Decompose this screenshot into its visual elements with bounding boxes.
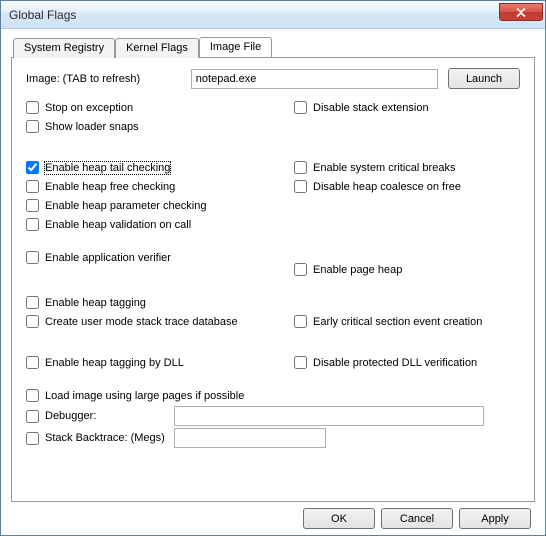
chk-disable-protected-dll[interactable]: Disable protected DLL verification — [294, 354, 520, 371]
chk-heap-param-box[interactable] — [26, 199, 39, 212]
chk-disable-protected-dll-box[interactable] — [294, 356, 307, 369]
chk-stop-on-exception[interactable]: Stop on exception — [26, 99, 294, 116]
ok-button[interactable]: OK — [303, 508, 375, 529]
chk-heap-tagging-box[interactable] — [26, 296, 39, 309]
chk-heap-tail[interactable]: Enable heap tail checking — [26, 159, 294, 176]
chk-stack-backtrace[interactable]: Stack Backtrace: (Megs) — [26, 430, 174, 447]
chk-heap-free[interactable]: Enable heap free checking — [26, 178, 294, 195]
debugger-row: Debugger: — [26, 406, 520, 426]
tab-system-registry[interactable]: System Registry — [13, 38, 115, 58]
chk-sys-critical-breaks[interactable]: Enable system critical breaks — [294, 159, 520, 176]
client-area: System Registry Kernel Flags Image File … — [1, 29, 545, 535]
image-row: Image: (TAB to refresh) Launch — [26, 68, 520, 89]
chk-disable-stack-extension[interactable]: Disable stack extension — [294, 99, 520, 116]
image-label: Image: (TAB to refresh) — [26, 73, 191, 85]
chk-stack-trace-db-box[interactable] — [26, 315, 39, 328]
chk-page-heap[interactable]: Enable page heap — [294, 261, 520, 278]
chk-page-heap-box[interactable] — [294, 263, 307, 276]
chk-app-verifier[interactable]: Enable application verifier — [26, 249, 294, 266]
stack-backtrace-input[interactable] — [174, 428, 326, 448]
chk-disable-coalesce-box[interactable] — [294, 180, 307, 193]
chk-large-pages[interactable]: Load image using large pages if possible — [26, 387, 520, 404]
chk-stop-on-exception-box[interactable] — [26, 101, 39, 114]
apply-button[interactable]: Apply — [459, 508, 531, 529]
chk-debugger-box[interactable] — [26, 410, 39, 423]
close-icon — [516, 8, 526, 17]
chk-heap-param[interactable]: Enable heap parameter checking — [26, 197, 294, 214]
chk-heap-tag-by-dll-box[interactable] — [26, 356, 39, 369]
chk-show-loader-snaps-box[interactable] — [26, 120, 39, 133]
debugger-input[interactable] — [174, 406, 484, 426]
chk-show-loader-snaps[interactable]: Show loader snaps — [26, 118, 294, 135]
chk-heap-validation-box[interactable] — [26, 218, 39, 231]
chk-heap-tagging[interactable]: Enable heap tagging — [26, 294, 294, 311]
chk-disable-coalesce[interactable]: Disable heap coalesce on free — [294, 178, 520, 195]
chk-stack-trace-db[interactable]: Create user mode stack trace database — [26, 313, 294, 330]
launch-button[interactable]: Launch — [448, 68, 520, 89]
chk-heap-validation[interactable]: Enable heap validation on call — [26, 216, 294, 233]
dialog-button-bar: OK Cancel Apply — [11, 508, 535, 529]
chk-heap-free-box[interactable] — [26, 180, 39, 193]
chk-stack-backtrace-box[interactable] — [26, 432, 39, 445]
chk-disable-stack-extension-box[interactable] — [294, 101, 307, 114]
tab-image-file[interactable]: Image File — [199, 37, 272, 57]
chk-app-verifier-box[interactable] — [26, 251, 39, 264]
chk-heap-tag-by-dll[interactable]: Enable heap tagging by DLL — [26, 354, 294, 371]
chk-debugger[interactable]: Debugger: — [26, 408, 174, 425]
tabstrip: System Registry Kernel Flags Image File — [11, 37, 535, 57]
chk-sys-critical-breaks-box[interactable] — [294, 161, 307, 174]
tab-kernel-flags[interactable]: Kernel Flags — [115, 38, 199, 58]
close-button[interactable] — [499, 3, 543, 21]
titlebar: Global Flags — [1, 1, 545, 29]
image-name-input[interactable] — [191, 69, 439, 89]
chk-large-pages-box[interactable] — [26, 389, 39, 402]
chk-early-critical-section[interactable]: Early critical section event creation — [294, 313, 520, 330]
chk-early-critical-section-box[interactable] — [294, 315, 307, 328]
stack-backtrace-row: Stack Backtrace: (Megs) — [26, 428, 520, 448]
window-title: Global Flags — [9, 8, 499, 22]
global-flags-window: Global Flags System Registry Kernel Flag… — [0, 0, 546, 536]
tab-panel-image-file: Image: (TAB to refresh) Launch Stop on e… — [11, 57, 535, 502]
cancel-button[interactable]: Cancel — [381, 508, 453, 529]
chk-heap-tail-box[interactable] — [26, 161, 39, 174]
